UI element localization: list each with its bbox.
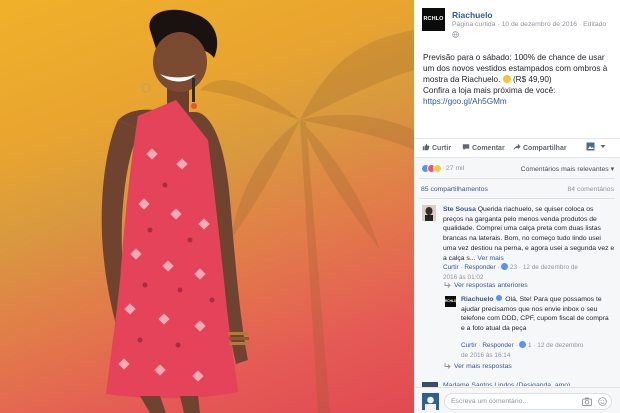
- post-meta: Página curtida · 10 de dezembro de 2016 …: [452, 21, 612, 28]
- comment-like-link[interactable]: Curtir: [443, 264, 459, 271]
- post-caption: Previsão para o sábado: 100% de chance d…: [423, 52, 613, 107]
- like-reaction-icon: [519, 341, 527, 348]
- comment-actions: Curtir · Responder · 23 · 12 de dezembro…: [443, 263, 578, 281]
- reply-arrow-icon: [444, 363, 451, 369]
- reply-text: Riachuelo Olá, Ste! Para que possamos te…: [461, 295, 613, 333]
- post-actions: Curtir Comentar Compartilhar: [414, 139, 620, 157]
- smiley-emoji-icon: [502, 75, 511, 83]
- comments-section: 27 mil Comentários mais relevantes ▾ 85 …: [414, 157, 620, 413]
- meta-separator: ·: [497, 21, 500, 28]
- comment-body: Querida riachuelo, se quiser coloca os p…: [443, 206, 615, 262]
- thumbs-up-icon: [422, 143, 430, 151]
- reply-arrow-icon: [444, 282, 451, 288]
- reply-date-cont[interactable]: de 2016 às 16:14: [461, 352, 510, 359]
- reply-author[interactable]: Riachuelo: [461, 296, 493, 303]
- comment-date-cont[interactable]: 2016 às 01:02: [443, 274, 484, 281]
- see-more-link[interactable]: Ver mais: [477, 255, 503, 262]
- divider: [419, 198, 615, 199]
- post-header: RCHLO Riachuelo Página curtida · 10 de d…: [422, 8, 614, 42]
- comment-count[interactable]: 84 comentários: [568, 186, 614, 193]
- comment-composer: [414, 387, 620, 413]
- comment-label: Comentar: [472, 145, 505, 152]
- commenter-avatar[interactable]: [422, 205, 436, 221]
- comment-sort-dropdown[interactable]: Comentários mais relevantes ▾: [521, 165, 614, 173]
- viewer-avatar[interactable]: [422, 393, 439, 410]
- comment-bubble-icon: [462, 144, 470, 151]
- post-panel: RCHLO Riachuelo Página curtida · 10 de d…: [414, 0, 620, 413]
- comment-reply-link[interactable]: Responder: [464, 264, 495, 271]
- divider: [419, 178, 615, 179]
- reaction-count[interactable]: 27 mil: [446, 165, 464, 172]
- share-arrow-icon: [513, 143, 521, 151]
- page-name[interactable]: Riachuelo: [452, 10, 493, 20]
- comment-date[interactable]: 12 de dezembro de: [523, 264, 578, 271]
- post-date[interactable]: 10 de dezembro de 2016: [502, 21, 578, 28]
- page-identity-icon: [586, 142, 595, 151]
- share-label: Compartilhar: [523, 145, 567, 152]
- camera-icon[interactable]: [582, 397, 592, 406]
- reply-actions: Curtir · Responder · 1 · 12 de dezembro …: [461, 341, 584, 359]
- viewer-photo: [422, 393, 439, 410]
- chevron-down-icon: [600, 145, 606, 148]
- reply-reply-link[interactable]: Responder: [482, 342, 513, 349]
- like-button[interactable]: Curtir: [422, 143, 451, 152]
- edited-label[interactable]: Editado: [583, 21, 606, 28]
- wow-reaction-icon: [433, 164, 442, 173]
- next-comment-peek[interactable]: Madame Santos Lindos (Desiganda, amo): [443, 381, 615, 386]
- more-replies-label: Ver mais respostas: [454, 363, 512, 370]
- share-count[interactable]: 85 compartilhamentos: [421, 186, 488, 193]
- reply-date[interactable]: 12 de dezembro: [537, 342, 583, 349]
- previous-replies-label: Ver respostas anteriores: [454, 282, 528, 289]
- caption-line: um dos novos vestidos estampados com omb…: [423, 64, 608, 73]
- emoji-picker-icon[interactable]: [598, 397, 607, 406]
- comment-button[interactable]: Comentar: [462, 143, 505, 152]
- reactions-bar[interactable]: 27 mil Comentários mais relevantes ▾: [421, 164, 614, 176]
- caption-link[interactable]: https://goo.gl/Ah5GMm: [423, 96, 613, 107]
- caption-line: Confira a loja mais próxima de você:: [423, 86, 556, 95]
- share-button[interactable]: Compartilhar: [513, 143, 567, 152]
- like-label: Curtir: [432, 145, 452, 152]
- more-replies-link[interactable]: Ver mais respostas: [444, 363, 512, 370]
- comment-author[interactable]: Ste Sousa: [443, 206, 476, 213]
- like-reaction-icon: [501, 263, 509, 270]
- caption-line: Previsão para o sábado: 100% de chance d…: [423, 53, 605, 62]
- caption-line-text: mostra da Riachuelo.: [423, 75, 501, 84]
- share-as-menu[interactable]: [586, 142, 608, 152]
- previous-replies-link[interactable]: Ver respostas anteriores: [444, 282, 528, 289]
- page-avatar[interactable]: RCHLO: [422, 8, 445, 31]
- comment-text: Ste Sousa Querida riachuelo, se quiser c…: [443, 205, 615, 263]
- meta-separator: ·: [578, 21, 582, 28]
- verified-badge-icon: [496, 295, 503, 301]
- caption-line-with-emoji: mostra da Riachuelo. (R$ 49,90): [423, 74, 613, 85]
- reply-like-count[interactable]: 1: [528, 342, 532, 349]
- comment-like-count[interactable]: 23: [510, 264, 517, 271]
- caption-price: (R$ 49,90): [512, 75, 552, 84]
- sort-label: Comentários mais relevantes: [520, 166, 609, 173]
- reply-like-link[interactable]: Curtir: [461, 342, 477, 349]
- model-illustration: [101, 9, 249, 413]
- post-photo[interactable]: [0, 0, 414, 413]
- commenter-photo: [422, 205, 436, 221]
- globe-icon[interactable]: [452, 31, 459, 38]
- caret-down-icon: ▾: [610, 166, 614, 173]
- page-reply-avatar[interactable]: RCHLO: [445, 296, 456, 307]
- page-liked-label: Página curtida: [452, 21, 496, 28]
